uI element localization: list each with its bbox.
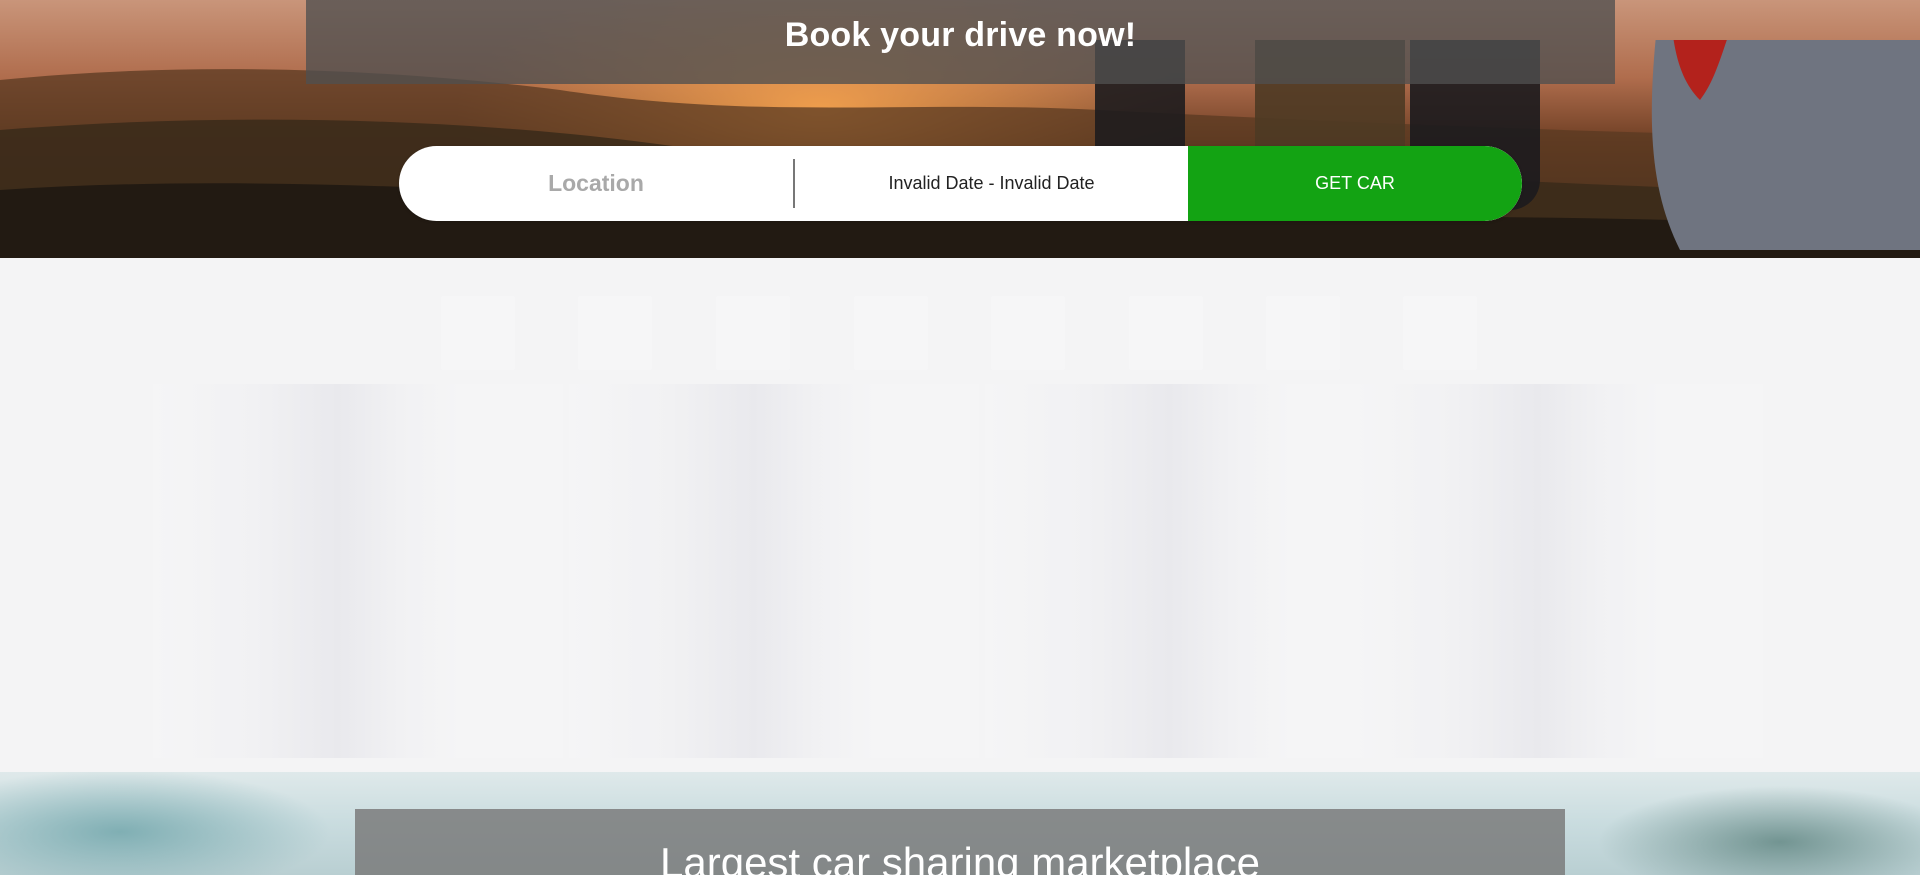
loading-skeleton-section: [0, 258, 1920, 772]
category-chip-placeholder: [1129, 296, 1203, 370]
category-chip-placeholder: [441, 296, 515, 370]
category-chip-placeholder: [991, 296, 1065, 370]
hero-title: Book your drive now!: [784, 15, 1137, 54]
booking-search-bar: Location Invalid Date - Invalid Date GET…: [399, 146, 1522, 221]
car-card-placeholder: [569, 384, 979, 758]
banner-title-panel: Largest car sharing marketplace: [355, 809, 1565, 875]
category-chip-row: [0, 296, 1920, 370]
car-card-placeholder: [985, 384, 1395, 758]
category-chip-placeholder: [1266, 296, 1340, 370]
category-chip-placeholder: [716, 296, 790, 370]
category-chip-placeholder: [578, 296, 652, 370]
category-chip-placeholder: [854, 296, 928, 370]
hero-title-panel: Book your drive now!: [306, 0, 1615, 84]
category-chip-placeholder: [1403, 296, 1477, 370]
marketplace-banner: Largest car sharing marketplace: [0, 772, 1920, 875]
get-car-button[interactable]: GET CAR: [1188, 146, 1522, 221]
location-input[interactable]: Location: [399, 159, 795, 208]
date-range-picker[interactable]: Invalid Date - Invalid Date: [795, 146, 1188, 221]
car-card-placeholder: [153, 384, 563, 758]
car-card-placeholder: [1353, 384, 1763, 758]
hero-section: Book your drive now! Location Invalid Da…: [0, 0, 1920, 258]
banner-title: Largest car sharing marketplace: [660, 839, 1260, 875]
